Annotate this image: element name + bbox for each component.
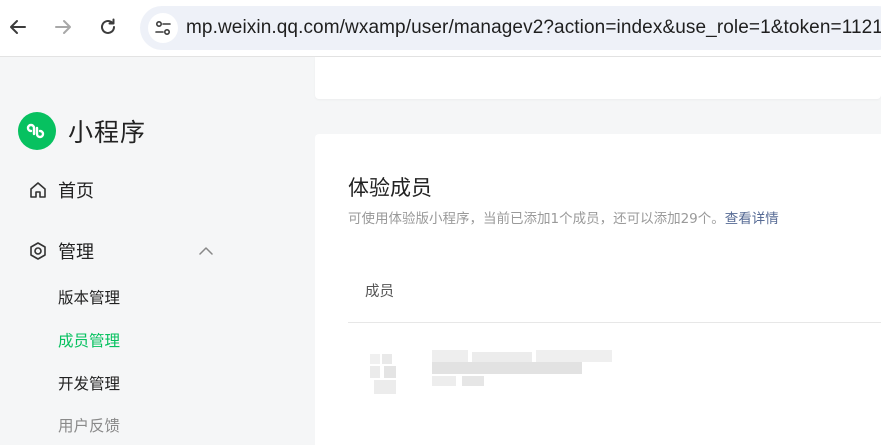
logo-text: 小程序 [68,118,147,147]
tune-icon [155,20,171,36]
url-text[interactable]: mp.weixin.qq.com/wxamp/user/managev2?act… [186,17,881,39]
settings-hexagon-icon [28,241,48,261]
page-title: 体验成员 [348,176,432,200]
reload-icon [101,18,115,34]
sidebar: 小程序 首页 管理 版本管理 成员管理 开发管理 用户反馈 [0,57,315,445]
sidebar-subitem-dev[interactable]: 开发管理 [58,372,120,394]
member-nickname-blurred [432,348,622,396]
miniprogram-logo-icon [18,112,56,150]
page-description: 可使用体验版小程序，当前已添加1个成员，还可以添加29个。查看详情 [348,207,779,227]
sidebar-item-home[interactable]: 首页 [28,177,94,203]
chevron-up-icon[interactable] [196,241,216,261]
arrow-left-icon [10,20,26,34]
table-header-member: 成员 [365,284,394,300]
description-text: 可使用体验版小程序，当前已添加1个成员，还可以添加29个。 [348,211,725,227]
sidebar-subitem-members[interactable]: 成员管理 [58,329,120,351]
address-bar[interactable]: mp.weixin.qq.com/wxamp/user/managev2?act… [140,6,881,50]
avatar [370,348,410,396]
logo[interactable]: 小程序 [18,112,146,150]
top-card [315,57,881,99]
members-card: 体验成员 可使用体验版小程序，当前已添加1个成员，还可以添加29个。查看详情 成… [315,134,881,445]
arrow-right-icon [55,20,71,34]
reload-button[interactable] [93,12,123,42]
home-icon [28,180,48,200]
sidebar-subitem-version[interactable]: 版本管理 [58,286,120,308]
table-row[interactable] [348,342,881,402]
forward-button[interactable] [48,12,78,42]
back-button[interactable] [3,12,33,42]
sidebar-item-label: 管理 [58,242,94,263]
sidebar-item-manage[interactable]: 管理 [28,238,94,264]
sidebar-subitem-feedback[interactable]: 用户反馈 [58,414,120,436]
view-details-link[interactable]: 查看详情 [725,211,779,227]
site-info-button[interactable] [148,13,178,43]
sidebar-item-label: 首页 [58,181,94,202]
browser-toolbar: mp.weixin.qq.com/wxamp/user/managev2?act… [0,0,881,57]
divider [348,322,881,323]
